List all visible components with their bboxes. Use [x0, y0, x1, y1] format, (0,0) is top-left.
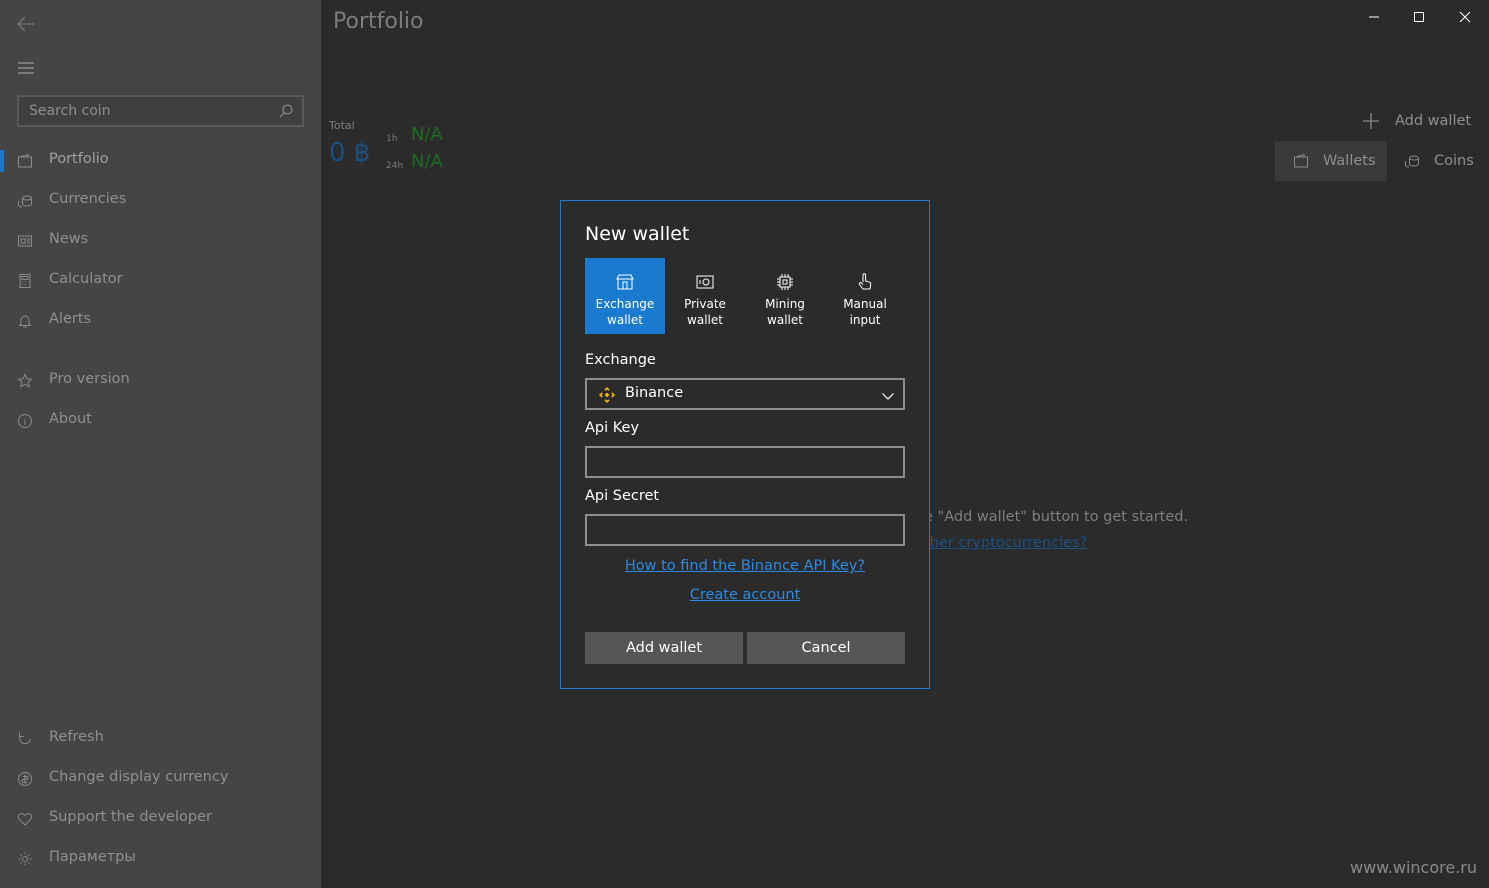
sidebar-item-support[interactable]: Support the developer — [0, 799, 321, 839]
maximize-window-button[interactable] — [1396, 5, 1442, 29]
add-wallet-confirm-button[interactable]: Add wallet — [585, 632, 743, 664]
coins-icon — [1405, 155, 1419, 168]
sidebar-item-about[interactable]: About — [0, 401, 321, 441]
sidebar-item-alerts[interactable]: Alerts — [0, 301, 321, 341]
refresh-icon — [17, 731, 33, 747]
tab-coins[interactable]: Coins — [1404, 141, 1489, 181]
info-icon — [17, 413, 33, 429]
sidebar: Portfolio Currencies News Calculator Ale… — [0, 0, 321, 888]
sidebar-item-label: Support the developer — [49, 809, 212, 825]
minimize-window-button[interactable] — [1351, 5, 1397, 29]
wallet-icon — [17, 153, 33, 169]
wallet-type-mining[interactable]: Mining wallet — [745, 258, 825, 334]
wallet-type-manual[interactable]: Manual input — [825, 258, 905, 334]
cancel-button[interactable]: Cancel — [747, 632, 905, 664]
empty-state-message: e "Add wallet" button to get started. — [924, 509, 1189, 525]
total-label: Total — [329, 119, 355, 132]
change-24h-value: N/A — [411, 151, 443, 172]
chip-icon — [775, 272, 795, 292]
gear-icon — [17, 851, 33, 867]
api-secret-field[interactable] — [585, 514, 905, 546]
api-secret-input[interactable] — [587, 516, 903, 544]
change-24h-label: 24h — [386, 161, 404, 171]
exchange-selected-value: Binance — [625, 385, 684, 401]
sidebar-item-label: Currencies — [49, 191, 127, 207]
sidebar-item-refresh[interactable]: Refresh — [0, 719, 321, 759]
sidebar-item-news[interactable]: News — [0, 221, 321, 261]
sidebar-item-label: Calculator — [49, 271, 123, 287]
wallet-type-label: Manual input — [843, 297, 887, 327]
sidebar-item-label: Refresh — [49, 729, 104, 745]
star-icon — [17, 373, 33, 389]
heart-icon — [17, 811, 33, 827]
coins-icon — [17, 193, 33, 209]
watermark: www.wincore.ru — [1349, 858, 1477, 877]
add-wallet-button[interactable]: Add wallet — [1361, 106, 1471, 136]
wallet-type-private[interactable]: Private wallet — [665, 258, 745, 334]
hand-pointer-icon — [855, 272, 875, 292]
change-1h-value: N/A — [411, 124, 443, 145]
sidebar-item-settings[interactable]: Параметры — [0, 839, 321, 879]
total-value: 0 ฿ — [329, 138, 371, 168]
sidebar-item-label: Pro version — [49, 371, 130, 387]
wallet-type-label: Private wallet — [684, 297, 726, 327]
wallet-type-exchange[interactable]: Exchange wallet — [585, 258, 665, 334]
exchange-icon — [615, 272, 635, 292]
search-input[interactable] — [19, 97, 269, 125]
newspaper-icon — [17, 233, 33, 249]
page-title: Portfolio — [333, 9, 424, 34]
bell-icon — [17, 313, 33, 329]
binance-logo-icon — [597, 385, 617, 405]
chevron-down-icon — [881, 388, 895, 402]
calculator-icon — [17, 273, 33, 289]
sidebar-item-label: News — [49, 231, 89, 247]
sidebar-item-label: Параметры — [49, 849, 136, 865]
sidebar-item-change-currency[interactable]: Change display currency — [0, 759, 321, 799]
tab-label: Wallets — [1323, 153, 1376, 169]
api-key-label: Api Key — [585, 420, 640, 436]
sidebar-item-label: About — [49, 411, 92, 427]
api-key-input[interactable] — [587, 448, 903, 476]
change-1h-label: 1h — [386, 134, 398, 144]
hamburger-menu-icon[interactable] — [14, 56, 38, 80]
sidebar-item-portfolio[interactable]: Portfolio — [0, 141, 321, 181]
api-key-field[interactable] — [585, 446, 905, 478]
currency-exchange-icon — [17, 771, 33, 787]
search-icon[interactable] — [278, 103, 294, 119]
dialog-title: New wallet — [585, 223, 690, 245]
sidebar-item-label: Alerts — [49, 311, 92, 327]
plus-icon — [1363, 113, 1379, 129]
empty-state-link[interactable]: ther cryptocurrencies? — [924, 535, 1087, 551]
sidebar-item-currencies[interactable]: Currencies — [0, 181, 321, 221]
search-box[interactable] — [17, 95, 304, 127]
create-account-link[interactable]: Create account — [585, 587, 905, 603]
api-key-help-link[interactable]: How to find the Binance API Key? — [585, 558, 905, 574]
wallet-type-label: Exchange wallet — [595, 297, 655, 327]
add-wallet-label: Add wallet — [1395, 113, 1472, 129]
exchange-dropdown[interactable]: Binance — [585, 378, 905, 410]
sidebar-item-calculator[interactable]: Calculator — [0, 261, 321, 301]
tab-wallets[interactable]: Wallets — [1275, 141, 1387, 181]
sidebar-item-label: Portfolio — [49, 151, 109, 167]
safe-icon — [695, 272, 715, 292]
api-secret-label: Api Secret — [585, 488, 660, 504]
wallet-icon — [1294, 153, 1308, 168]
back-arrow-icon[interactable] — [14, 12, 38, 36]
wallet-type-label: Mining wallet — [765, 297, 805, 327]
close-window-button[interactable] — [1442, 5, 1488, 29]
tab-label: Coins — [1434, 153, 1474, 169]
new-wallet-dialog: New wallet Exchange wallet Private walle… — [560, 200, 930, 689]
sidebar-item-label: Change display currency — [49, 769, 229, 785]
sidebar-item-pro-version[interactable]: Pro version — [0, 361, 321, 401]
exchange-label: Exchange — [585, 352, 656, 368]
